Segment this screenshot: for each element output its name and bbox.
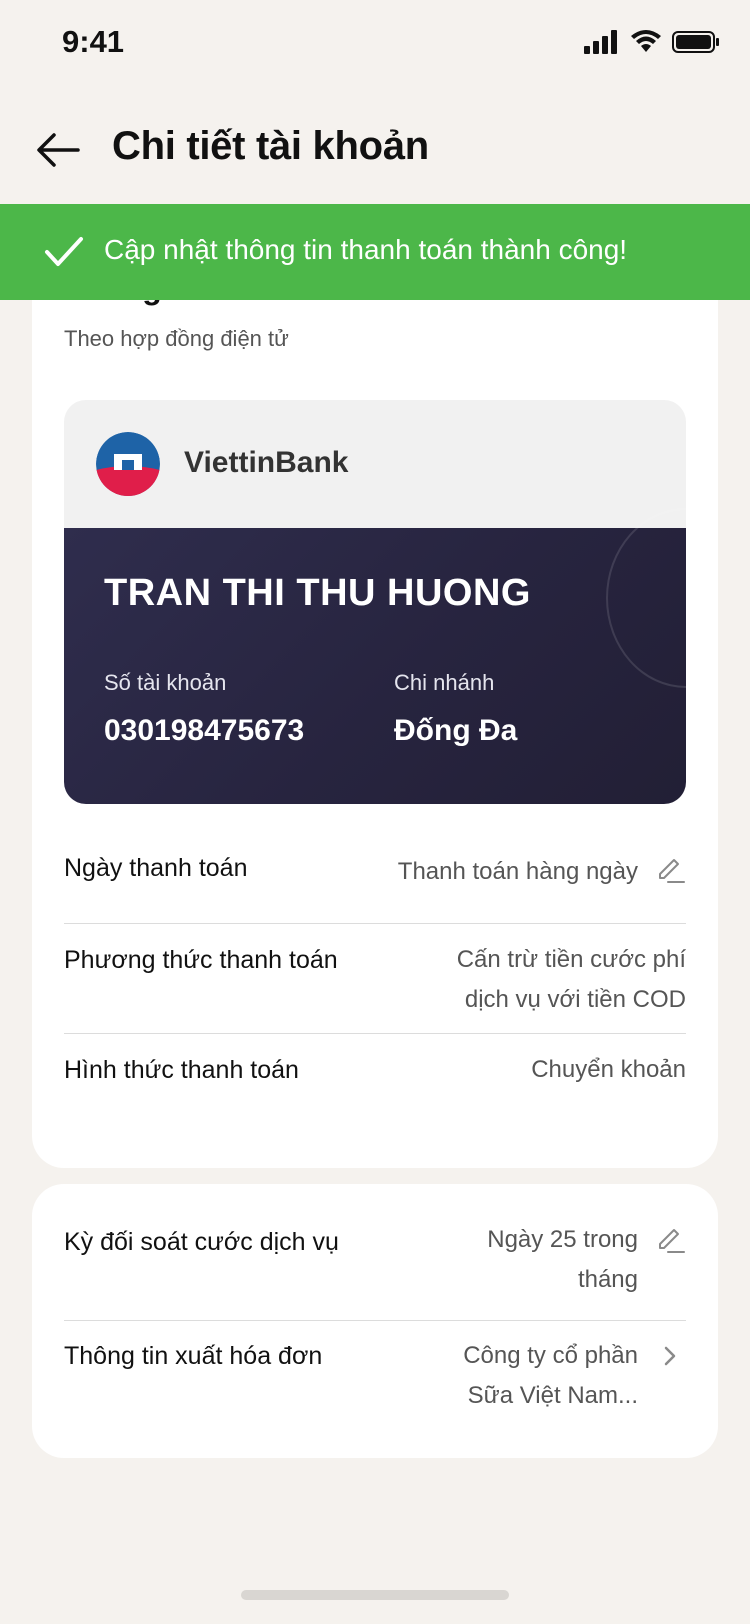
payment-date-value: Thanh toán hàng ngày [397, 858, 638, 885]
edit-icon[interactable] [654, 1224, 686, 1256]
payment-method-row: Phương thức thanh toán Cấn trừ tiền cước… [64, 940, 686, 1030]
bank-card: ViettinBank TRAN THI THU HUONG Số tài kh… [64, 400, 686, 804]
wifi-icon [631, 30, 661, 52]
account-info-card: Thông tin tài khoản Theo hợp đồng điện t… [32, 250, 718, 1168]
vietinbank-logo-icon [96, 432, 160, 496]
success-toast: Cập nhật thông tin thanh toán thành công… [0, 204, 750, 300]
card-decoration [606, 508, 686, 688]
edit-icon[interactable] [654, 854, 686, 886]
payment-date-label: Ngày thanh toán [64, 854, 248, 882]
divider [64, 1033, 686, 1034]
payment-date-row[interactable]: Ngày thanh toán Thanh toán hàng ngày [64, 848, 686, 896]
branch-label: Chi nhánh [394, 670, 495, 695]
reconciliation-period-label: Kỳ đối soát cước dịch vụ [64, 1228, 339, 1256]
payment-method-label: Phương thức thanh toán [64, 946, 338, 974]
chevron-right-icon[interactable] [660, 1342, 680, 1370]
payment-form-label: Hình thức thanh toán [64, 1056, 299, 1084]
toast-message: Cập nhật thông tin thanh toán thành công… [104, 234, 628, 265]
divider [64, 923, 686, 924]
bank-logo [96, 432, 160, 496]
bank-card-body: TRAN THI THU HUONG Số tài khoản 03019847… [64, 508, 686, 804]
back-button[interactable] [30, 122, 86, 178]
signal-icon [584, 30, 617, 54]
account-number-value: 030198475673 [104, 714, 305, 747]
checkmark-icon [45, 237, 83, 266]
payment-method-value-line1: Cấn trừ tiền cước phí [456, 946, 686, 973]
invoice-info-row[interactable]: Thông tin xuất hóa đơn Công ty cổ phần S… [64, 1336, 686, 1426]
invoice-info-value-line1: Công ty cổ phần [463, 1342, 638, 1369]
status-icons [584, 30, 720, 54]
status-time: 9:41 [62, 24, 125, 59]
section-subtitle: Theo hợp đồng điện tử [64, 326, 289, 351]
branch-value: Đống Đa [394, 714, 518, 747]
battery-icon [672, 31, 719, 53]
account-number-label: Số tài khoản [104, 670, 227, 695]
reconciliation-period-row[interactable]: Kỳ đối soát cước dịch vụ Ngày 25 trong t… [64, 1220, 686, 1310]
home-indicator[interactable] [241, 1590, 509, 1600]
divider [64, 1320, 686, 1321]
payment-method-value-line2: dịch vụ với tiền COD [464, 986, 686, 1013]
account-holder-name: TRAN THI THU HUONG [104, 572, 531, 614]
invoice-info-value-line2: Sữa Việt Nam... [467, 1382, 638, 1409]
back-arrow-icon [37, 133, 80, 167]
status-bar: 9:41 [0, 0, 750, 90]
bank-name: ViettinBank [184, 446, 349, 479]
reconciliation-period-value-line1: Ngày 25 trong [487, 1226, 638, 1253]
invoice-info-label: Thông tin xuất hóa đơn [64, 1342, 323, 1370]
service-info-card: Kỳ đối soát cước dịch vụ Ngày 25 trong t… [32, 1184, 718, 1458]
bank-card-header: ViettinBank [64, 400, 686, 528]
nav-bar: Chi tiết tài khoản [0, 110, 750, 190]
page-title: Chi tiết tài khoản [112, 124, 429, 168]
payment-form-row: Hình thức thanh toán Chuyển khoản [64, 1050, 686, 1098]
payment-form-value: Chuyển khoản [531, 1056, 686, 1083]
reconciliation-period-value-line2: tháng [577, 1266, 638, 1293]
